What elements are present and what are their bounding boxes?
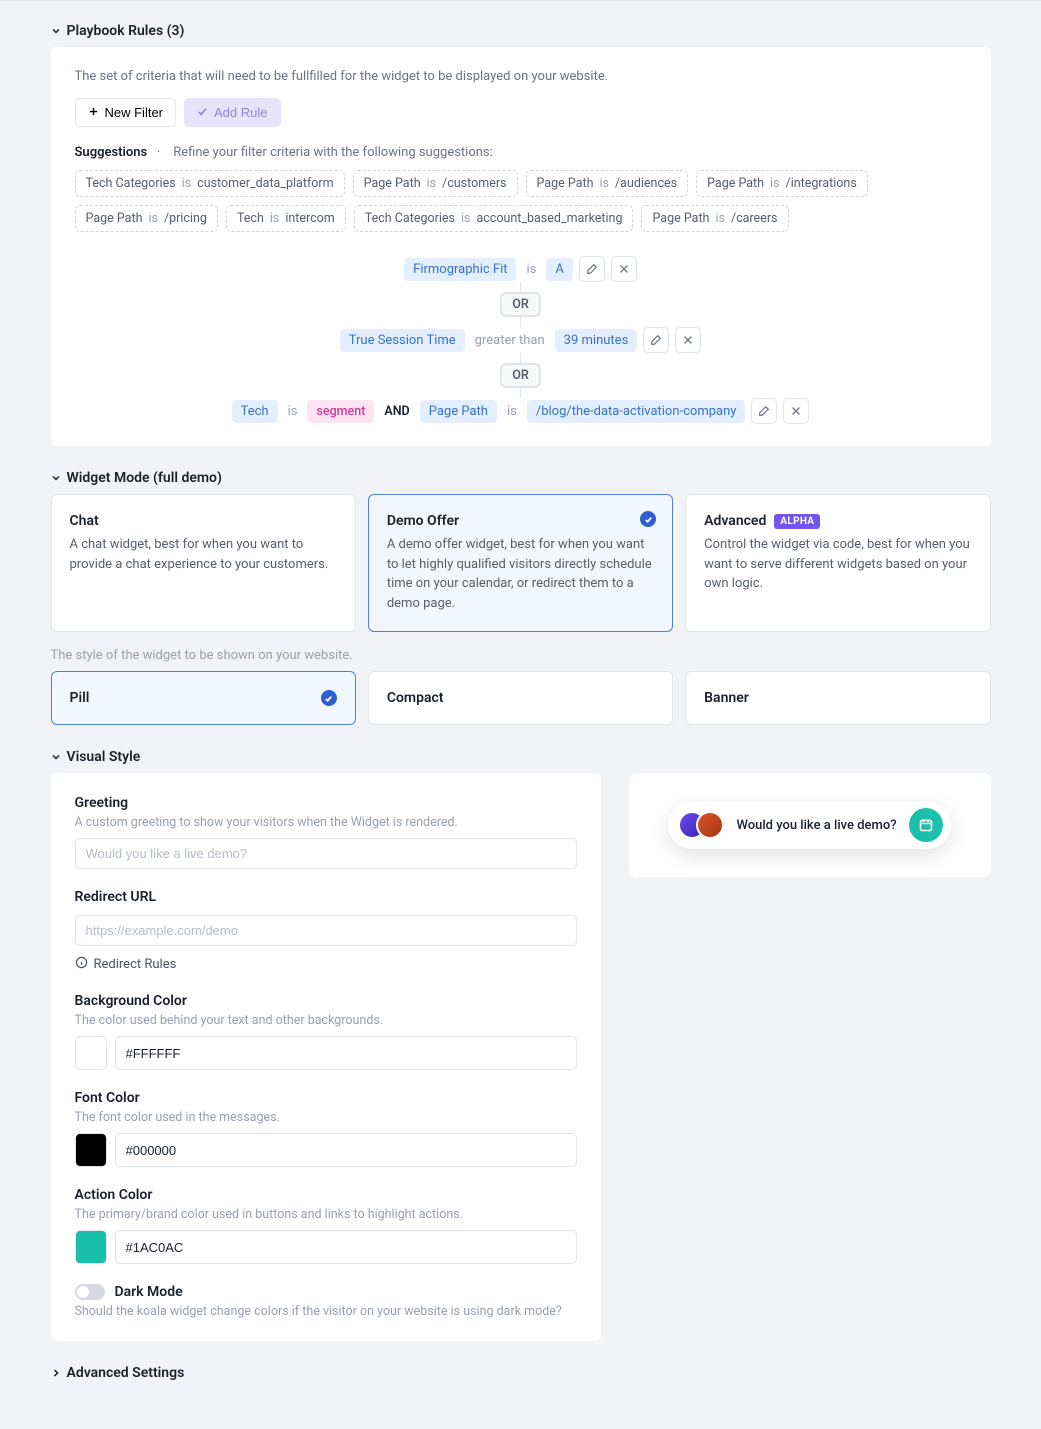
plus-icon	[88, 105, 99, 120]
section-toggle-advanced[interactable]: Advanced Settings	[51, 1365, 991, 1381]
section-title: Advanced Settings	[67, 1365, 185, 1381]
mode-card-demo[interactable]: Demo Offer A demo offer widget, best for…	[368, 494, 673, 632]
alpha-badge: ALPHA	[774, 514, 820, 529]
section-toggle-visual[interactable]: Visual Style	[51, 749, 991, 765]
edit-rule-button[interactable]	[579, 256, 605, 282]
style-card-compact[interactable]: Compact	[368, 671, 673, 725]
chevron-right-icon	[51, 1368, 61, 1378]
suggestion-chip[interactable]: Page Pathis/integrations	[696, 170, 868, 197]
rules-card: The set of criteria that will need to be…	[51, 47, 991, 446]
chevron-down-icon	[51, 752, 61, 762]
section-toggle-rules[interactable]: Playbook Rules (3)	[51, 23, 991, 39]
remove-rule-button[interactable]	[783, 398, 809, 424]
suggestion-chip[interactable]: Page Pathis/audiences	[526, 170, 689, 197]
rule-row: True Session Time greater than 39 minute…	[340, 327, 702, 353]
mode-card-advanced[interactable]: Advanced ALPHA Control the widget via co…	[685, 494, 990, 632]
section-title: Visual Style	[67, 749, 141, 765]
style-card-pill[interactable]: Pill	[51, 671, 356, 725]
widget-preview: Would you like a live demo?	[629, 773, 991, 877]
section-title: Playbook Rules (3)	[67, 23, 185, 39]
suggestion-chip[interactable]: Page Pathis/careers	[641, 205, 788, 232]
suggestion-chip[interactable]: Tech Categoriesisaccount_based_marketing	[354, 205, 634, 232]
section-toggle-widget[interactable]: Widget Mode (full demo)	[51, 470, 991, 486]
remove-rule-button[interactable]	[611, 256, 637, 282]
style-hint: The style of the widget to be shown on y…	[51, 648, 991, 663]
suggestion-chip[interactable]: Techisintercom	[226, 205, 346, 232]
redirect-rules-link[interactable]: Redirect Rules	[75, 956, 177, 973]
action-color-input[interactable]	[115, 1230, 577, 1264]
style-card-banner[interactable]: Banner	[685, 671, 990, 725]
chevron-down-icon	[51, 473, 61, 483]
edit-rule-button[interactable]	[751, 398, 777, 424]
suggestion-chip[interactable]: Page Pathis/pricing	[75, 205, 218, 232]
and-connector: AND	[380, 404, 413, 419]
suggestion-chip[interactable]: Page Pathis/customers	[353, 170, 518, 197]
remove-rule-button[interactable]	[675, 327, 701, 353]
rule-row: Tech is segment AND Page Path is /blog/t…	[232, 398, 810, 424]
avatar	[696, 811, 724, 839]
bg-color-swatch[interactable]	[75, 1036, 107, 1070]
chevron-down-icon	[51, 26, 61, 36]
greeting-input[interactable]	[75, 838, 577, 869]
edit-rule-button[interactable]	[643, 327, 669, 353]
rules-description: The set of criteria that will need to be…	[75, 69, 967, 84]
pill-widget-preview: Would you like a live demo?	[668, 801, 950, 849]
suggestions-hint: Refine your filter criteria with the fol…	[173, 145, 493, 160]
action-color-swatch[interactable]	[75, 1230, 107, 1264]
dark-mode-toggle[interactable]	[75, 1284, 105, 1300]
selected-check-icon	[321, 690, 337, 706]
suggestion-chip[interactable]: Tech Categoriesiscustomer_data_platform	[75, 170, 345, 197]
new-filter-button[interactable]: New Filter	[75, 98, 177, 127]
or-connector: OR	[500, 363, 541, 388]
active-rules: Firmographic Fit is A OR True Session Ti…	[75, 256, 967, 424]
calendar-icon	[909, 808, 943, 842]
section-title: Widget Mode (full demo)	[67, 470, 222, 486]
add-rule-button[interactable]: Add Rule	[184, 98, 280, 127]
info-icon	[75, 956, 88, 973]
font-color-input[interactable]	[115, 1133, 577, 1167]
bg-color-input[interactable]	[115, 1036, 577, 1070]
pill-text: Would you like a live demo?	[736, 818, 896, 833]
check-icon	[197, 105, 208, 120]
avatar-group	[678, 811, 724, 839]
redirect-url-input[interactable]	[75, 915, 577, 946]
or-connector: OR	[500, 292, 541, 317]
rule-row: Firmographic Fit is A	[404, 256, 637, 282]
mode-card-chat[interactable]: Chat A chat widget, best for when you wa…	[51, 494, 356, 632]
suggestion-chips: Tech Categoriesiscustomer_data_platform …	[75, 170, 967, 232]
visual-form: Greeting A custom greeting to show your …	[51, 773, 601, 1341]
suggestions-label: Suggestions	[75, 145, 148, 160]
font-color-swatch[interactable]	[75, 1133, 107, 1167]
